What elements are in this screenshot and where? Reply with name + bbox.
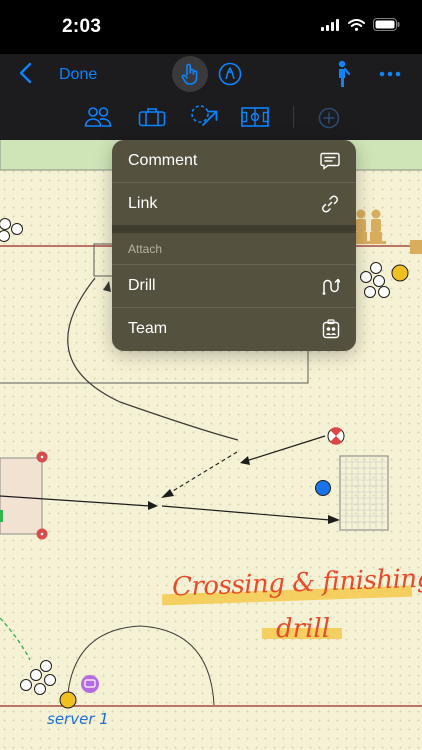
- player-tool-button[interactable]: [328, 58, 356, 90]
- menu-item-label: Team: [128, 320, 168, 337]
- field-tool-button[interactable]: [240, 104, 270, 130]
- ellipsis-icon: [379, 71, 401, 77]
- more-button[interactable]: [376, 64, 404, 84]
- pitch-icon: [241, 107, 269, 127]
- balls-right: [360, 262, 390, 298]
- battery-icon: [373, 18, 400, 31]
- dashed-arrow-icon: [191, 105, 218, 126]
- plus-circle-icon: [318, 107, 340, 129]
- back-chevron-icon[interactable]: [18, 62, 34, 84]
- link-icon: [322, 195, 338, 213]
- people-icon: [84, 107, 112, 127]
- menu-item-label: Comment: [128, 152, 198, 169]
- menu-item-team[interactable]: Team: [112, 308, 356, 350]
- mannequins: [352, 209, 386, 244]
- comment-icon: [320, 152, 340, 170]
- menu-item-link[interactable]: Link: [112, 183, 356, 225]
- players-tool-button[interactable]: [82, 104, 114, 130]
- status-time: 2:03: [62, 16, 102, 37]
- movement-tool-button[interactable]: [188, 102, 222, 132]
- done-button[interactable]: Done: [59, 66, 97, 84]
- menu-section-gap: [112, 225, 356, 233]
- menu-item-label: Drill: [128, 277, 156, 294]
- hand-pointer-icon: [181, 63, 198, 85]
- menu-item-comment[interactable]: Comment: [112, 140, 356, 182]
- menu-item-label: Link: [128, 195, 158, 212]
- status-bar: 2:03: [0, 0, 422, 54]
- drill-icon: [322, 278, 340, 295]
- cellular-signal-icon: [321, 18, 339, 31]
- equipment-tool-button[interactable]: [136, 104, 168, 130]
- pencil-circle-icon: [218, 62, 242, 86]
- balls-bottom-left: [20, 660, 56, 695]
- status-icons: [321, 18, 400, 31]
- server-label: server 1: [47, 710, 109, 728]
- add-menu: Comment Link Attach Drill Team: [112, 140, 356, 351]
- wifi-icon: [348, 18, 365, 31]
- toolbar-divider: [293, 106, 294, 128]
- menu-item-drill[interactable]: Drill: [112, 265, 356, 307]
- team-icon: [322, 319, 340, 339]
- comment-marker: [81, 675, 99, 693]
- menu-section-title: Attach: [128, 242, 163, 256]
- draw-tool-button[interactable]: [216, 60, 244, 88]
- add-button[interactable]: [316, 105, 342, 131]
- select-tool-button[interactable]: [172, 56, 208, 92]
- balls-left-top: [0, 218, 23, 242]
- equipment-bag-icon: [138, 108, 166, 127]
- player-figure-icon: [338, 60, 351, 87]
- goal-net: [339, 455, 389, 531]
- annotation-title-line2: drill: [276, 614, 331, 644]
